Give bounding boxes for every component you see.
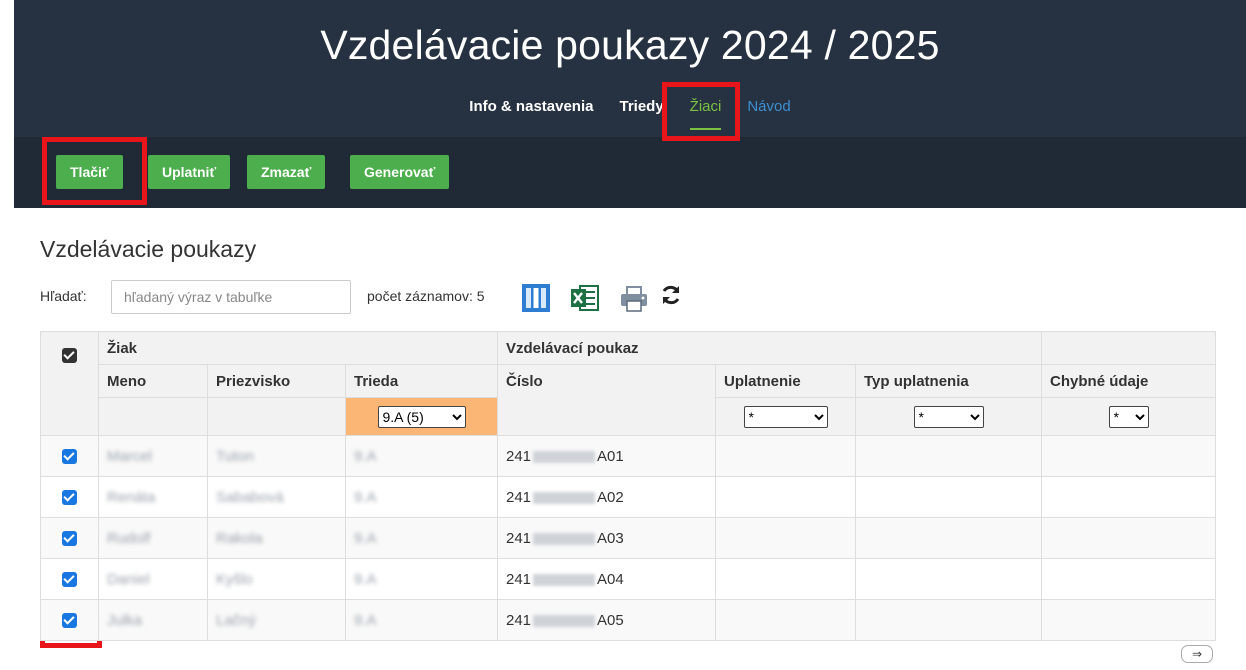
student-name: Rudolf xyxy=(98,517,208,559)
row-checkbox[interactable] xyxy=(62,449,77,465)
students-table: Žiak Vzdelávací poukaz Meno Priezvisko T… xyxy=(40,331,1217,641)
column-header-class[interactable]: Trieda xyxy=(345,364,498,398)
group-header-student: Žiak xyxy=(98,331,498,365)
row-checkbox[interactable] xyxy=(62,572,77,588)
student-surname: Lačný xyxy=(207,599,346,641)
applied-cell xyxy=(715,558,856,600)
student-surname: Kyšlo xyxy=(207,558,346,600)
generate-button[interactable]: Generovať xyxy=(350,155,450,189)
student-surname: Sababová xyxy=(207,476,346,518)
voucher-number: 241 A05 xyxy=(497,599,716,641)
group-header-empty xyxy=(1041,331,1217,365)
applied-cell xyxy=(715,599,856,641)
filter-cell-type: * xyxy=(854,397,1043,436)
nav-classes[interactable]: Triedy xyxy=(606,98,676,132)
column-header-surname[interactable]: Priezvisko xyxy=(207,364,346,398)
type-cell xyxy=(854,558,1043,600)
row-checkbox[interactable] xyxy=(62,490,77,506)
type-cell xyxy=(854,517,1043,559)
row-select-cell xyxy=(40,558,99,600)
voucher-number: 241 A01 xyxy=(497,435,716,477)
voucher-number: 241 A04 xyxy=(497,558,716,600)
table-row[interactable]: Rudolf Rakola 9.A 241 A03 xyxy=(40,517,1217,559)
filter-cell-name xyxy=(98,397,208,436)
class-filter-select[interactable]: 9.A (5) xyxy=(377,405,466,428)
filter-cell-class: 9.A (5) xyxy=(345,397,498,436)
refresh-icon[interactable] xyxy=(660,284,682,311)
column-header-name[interactable]: Meno xyxy=(98,364,208,398)
type-cell xyxy=(854,435,1043,477)
record-count: počet záznamov: 5 xyxy=(367,288,485,304)
errors-cell xyxy=(1041,517,1217,559)
student-class: 9.A xyxy=(345,517,498,559)
filter-cell-errors: * xyxy=(1041,397,1217,436)
errors-cell xyxy=(1041,558,1217,600)
action-toolbar: Tlačiť Uplatniť Zmazať Generovať xyxy=(14,137,1246,208)
student-surname: Rakola xyxy=(207,517,346,559)
group-header-voucher: Vzdelávací poukaz xyxy=(496,331,1043,365)
applied-cell xyxy=(715,517,856,559)
student-surname: Tuton xyxy=(207,435,346,477)
errors-cell xyxy=(1041,599,1217,641)
row-select-cell xyxy=(40,476,99,518)
nav-info-settings[interactable]: Info & nastavenia xyxy=(456,98,606,132)
table-row[interactable]: Marcel Tuton 9.A 241 A01 xyxy=(40,435,1217,477)
print-button[interactable]: Tlačiť xyxy=(56,155,123,189)
row-checkbox[interactable] xyxy=(62,531,77,547)
column-header-number[interactable]: Číslo xyxy=(497,364,716,436)
student-name: Renáta xyxy=(98,476,208,518)
student-class: 9.A xyxy=(345,476,498,518)
app-title: Vzdelávacie poukazy 2024 / 2025 xyxy=(320,22,940,68)
nav-students[interactable]: Žiaci xyxy=(677,98,735,132)
select-all-cell xyxy=(40,331,99,436)
table-row[interactable]: Daniel Kyšlo 9.A 241 A04 xyxy=(40,558,1217,600)
filter-cell-applied: * xyxy=(715,397,856,436)
student-class: 9.A xyxy=(345,435,498,477)
errors-cell xyxy=(1041,476,1217,518)
applied-cell xyxy=(715,476,856,518)
student-name: Julka xyxy=(98,599,208,641)
voucher-number: 241 A03 xyxy=(497,517,716,559)
type-cell xyxy=(854,599,1043,641)
section-title: Vzdelávacie poukazy xyxy=(40,236,257,262)
type-filter-select[interactable]: * xyxy=(913,405,984,428)
search-input[interactable] xyxy=(111,280,351,314)
student-class: 9.A xyxy=(345,599,498,641)
table-row[interactable]: Renáta Sababová 9.A 241 A02 xyxy=(40,476,1217,518)
column-header-applied[interactable]: Uplatnenie xyxy=(715,364,856,398)
nav-guide[interactable]: Návod xyxy=(734,98,803,132)
errors-cell xyxy=(1041,435,1217,477)
main-nav: Info & nastavenia Triedy Žiaci Návod xyxy=(14,98,1246,132)
student-name: Daniel xyxy=(98,558,208,600)
table-row[interactable]: Julka Lačný 9.A 241 A05 xyxy=(40,599,1217,641)
apply-button[interactable]: Uplatniť xyxy=(148,155,231,189)
type-cell xyxy=(854,476,1043,518)
delete-button[interactable]: Zmazať xyxy=(247,155,326,189)
row-select-cell xyxy=(40,517,99,559)
select-all-checkbox[interactable] xyxy=(62,347,77,363)
column-header-type[interactable]: Typ uplatnenia xyxy=(854,364,1043,398)
row-checkbox[interactable] xyxy=(62,613,77,629)
row-select-cell xyxy=(40,435,99,477)
applied-filter-select[interactable]: * xyxy=(743,405,828,428)
app-header: Vzdelávacie poukazy 2024 / 2025 Info & n… xyxy=(14,0,1246,137)
columns-icon[interactable] xyxy=(521,283,551,318)
voucher-number: 241 A02 xyxy=(497,476,716,518)
search-label: Hľadať: xyxy=(40,288,87,304)
filter-cell-surname xyxy=(207,397,346,436)
column-header-errors[interactable]: Chybné údaje xyxy=(1041,364,1217,398)
row-select-cell xyxy=(40,599,99,641)
excel-export-icon[interactable] xyxy=(570,284,600,317)
applied-cell xyxy=(715,435,856,477)
student-class: 9.A xyxy=(345,558,498,600)
print-icon[interactable] xyxy=(619,285,649,318)
student-name: Marcel xyxy=(98,435,208,477)
errors-filter-select[interactable]: * xyxy=(1108,405,1149,428)
scroll-right-button[interactable]: ⇒ xyxy=(1181,645,1213,663)
